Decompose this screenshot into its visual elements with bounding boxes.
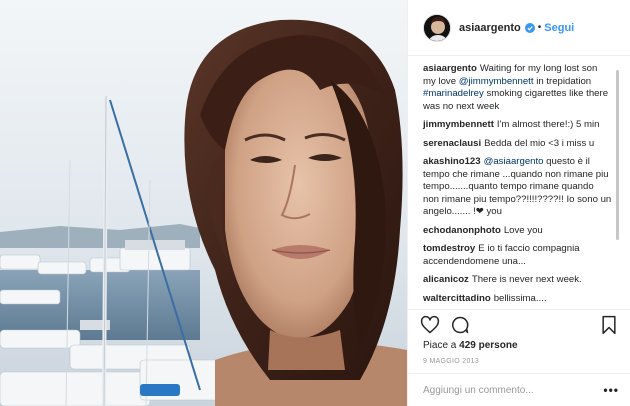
post-photo[interactable] (0, 0, 407, 406)
add-comment-input[interactable] (423, 384, 604, 396)
heart-icon[interactable] (420, 315, 440, 335)
comment-username[interactable]: jimmymbennett (423, 119, 494, 130)
comments-scrollbar[interactable] (616, 70, 619, 240)
comment-username[interactable]: tomdestroy (423, 243, 475, 254)
add-comment-bar: ••• (408, 373, 630, 406)
post-photo-illustration (0, 0, 407, 406)
comment-item: tomdestroy E io ti faccio compagnia accen… (423, 243, 612, 268)
comment-item: alicanicoz There is never next week. (423, 274, 612, 287)
comment-icon[interactable] (450, 315, 470, 335)
comment-item: asiaargento Waiting for my long lost son … (423, 63, 612, 113)
verified-badge-icon (524, 22, 535, 33)
avatar[interactable] (423, 13, 451, 42)
bookmark-icon[interactable] (599, 315, 619, 335)
header-separator: • (537, 22, 542, 33)
comment-mention-link[interactable]: @asiaargento (484, 156, 544, 167)
post-side-panel: asiaargento • Segui asiaargento Waiting f… (407, 0, 630, 406)
comment-item: echodanonphoto Love you (423, 225, 612, 238)
action-bar (408, 309, 630, 339)
post-header: asiaargento • Segui (408, 0, 630, 56)
avatar-image (424, 14, 450, 41)
comment-text: bellissima.... (493, 292, 547, 304)
likes-prefix: Piace a (423, 340, 460, 351)
post-author-username[interactable]: asiaargento (459, 22, 521, 34)
comment-text: in trepidation (533, 75, 592, 87)
comment-username[interactable]: alicanicoz (423, 274, 469, 285)
comment-item: serenaclausi Bedda del mio <3 i miss u (423, 138, 612, 151)
comment-item: akashino123 @asiaargento questo è il temp… (423, 156, 612, 219)
comment-username[interactable]: echodanonphoto (423, 225, 501, 236)
comment-text: Bedda del mio <3 i miss u (484, 137, 595, 149)
likes-count[interactable]: Piace a 429 persone (423, 340, 518, 351)
comments-list[interactable]: asiaargento Waiting for my long lost son … (408, 57, 622, 309)
comment-username[interactable]: asiaargento (423, 63, 477, 74)
likes-number[interactable]: 429 persone (459, 340, 517, 351)
comment-item: waltercittadino bellissima.... (423, 293, 612, 306)
instagram-post-window: asiaargento • Segui asiaargento Waiting f… (0, 0, 630, 406)
comment-username[interactable]: serenaclausi (423, 138, 481, 149)
follow-button[interactable]: Segui (544, 22, 574, 34)
comment-text: I'm almost there!:) 5 min (496, 119, 600, 130)
comment-text: Love you (503, 224, 543, 236)
comment-mention-link[interactable]: @jimmymbennett (459, 76, 534, 87)
post-date: 9 MAGGIO 2013 (423, 358, 480, 365)
more-options-button[interactable]: ••• (603, 383, 619, 397)
comment-username[interactable]: waltercittadino (423, 293, 491, 304)
comment-text: There is never next week. (471, 274, 582, 285)
comment-username[interactable]: akashino123 (423, 156, 481, 167)
comment-mention-link[interactable]: #marinadelrey (423, 88, 484, 99)
comment-item: jimmymbennett I'm almost there!:) 5 min (423, 119, 612, 132)
